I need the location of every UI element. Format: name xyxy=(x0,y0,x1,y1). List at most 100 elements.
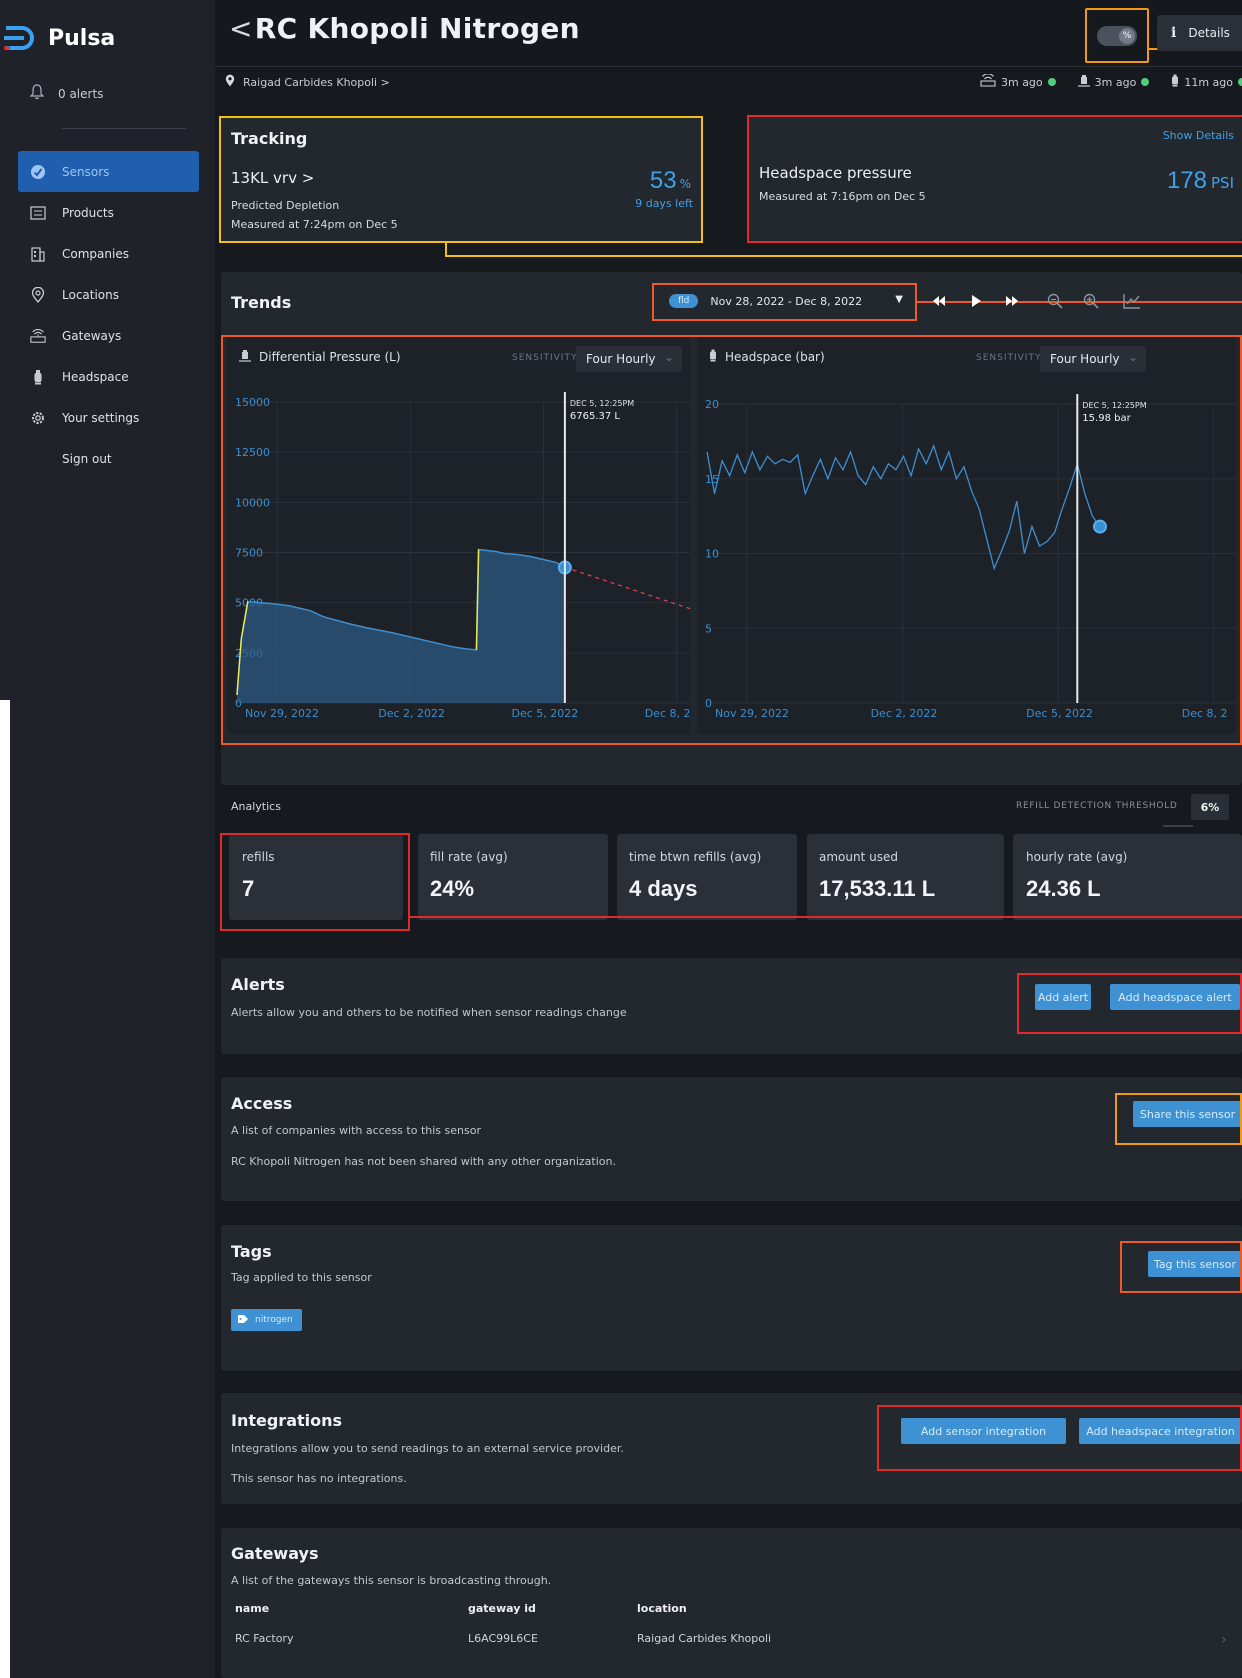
tag-chip[interactable]: nitrogen xyxy=(231,1309,302,1331)
threshold-input[interactable]: 6% xyxy=(1191,794,1229,820)
sidebar-item-label: Headspace xyxy=(62,369,129,384)
access-description: A list of companies with access to this … xyxy=(231,1124,481,1137)
details-label: Details xyxy=(1188,26,1230,40)
gateway-reading: 3m ago xyxy=(980,73,1056,90)
back-button[interactable]: < xyxy=(229,12,253,45)
breadcrumb[interactable]: Raigad Carbides Khopoli > xyxy=(225,74,390,90)
brand-name: Pulsa xyxy=(48,25,116,51)
threshold-underline xyxy=(1163,825,1193,827)
stat-label: fill rate (avg) xyxy=(430,850,508,864)
tag-button-highlight xyxy=(1120,1241,1242,1293)
gateways-title: Gateways xyxy=(231,1544,319,1563)
location-pin-icon xyxy=(225,74,235,90)
details-button[interactable]: i Details xyxy=(1157,15,1242,51)
sidebar-item-gateways[interactable]: Gateways xyxy=(18,315,199,356)
gateway-id: L6AC99L6CE xyxy=(468,1632,538,1645)
sidebar-item-locations[interactable]: Locations xyxy=(18,274,199,315)
sidebar-item-label: Products xyxy=(62,205,114,220)
alerts-count: 0 alerts xyxy=(58,86,104,101)
play-icon[interactable] xyxy=(967,292,985,314)
building-icon xyxy=(30,246,46,262)
alerts-link[interactable]: 0 alerts xyxy=(29,84,104,103)
sidebar-item-sign-out[interactable]: Sign out xyxy=(18,438,199,479)
tag-label: nitrogen xyxy=(255,1315,293,1325)
sidebar-item-companies[interactable]: Companies xyxy=(18,233,199,274)
headspace-highlight xyxy=(747,115,1242,243)
sidebar-item-label: Sign out xyxy=(62,451,112,466)
alerts-title: Alerts xyxy=(231,975,285,994)
breadcrumb-location: Raigad Carbides Khopoli > xyxy=(243,75,390,89)
sidebar-item-sensors[interactable]: Sensors xyxy=(18,151,199,192)
tracking-highlight xyxy=(219,116,703,243)
gateways-description: A list of the gateways this sensor is br… xyxy=(231,1574,552,1587)
sidebar-item-label: Locations xyxy=(62,287,120,302)
sidebar-item-headspace[interactable]: Headspace xyxy=(18,356,199,397)
alerts-description: Alerts allow you and others to be notifi… xyxy=(231,1006,627,1019)
page: Pulsa 0 alerts Sensors Products Companie… xyxy=(0,0,1242,1678)
annotation-line xyxy=(445,255,1242,257)
tags-description: Tag applied to this sensor xyxy=(231,1271,372,1284)
zoom-out-icon[interactable] xyxy=(1046,292,1064,314)
column-header-name: name xyxy=(235,1602,270,1615)
sidebar-item-products[interactable]: Products xyxy=(18,192,199,233)
gear-icon xyxy=(30,410,46,426)
threshold-label: REFILL DETECTION THRESHOLD xyxy=(1016,801,1178,811)
analytics-title: Analytics xyxy=(231,800,281,813)
tags-card: Tags Tag applied to this sensor nitrogen xyxy=(221,1225,1242,1371)
sidebar-nav: Sensors Products Companies Locations Gat… xyxy=(18,151,199,479)
date-range-highlight xyxy=(652,283,917,321)
last-readings: 3m ago 3m ago 11m ago xyxy=(958,73,1242,90)
pulsa-logo-icon xyxy=(4,24,38,52)
sidebar-edge xyxy=(0,700,10,1678)
sensor-icon xyxy=(30,164,46,180)
stat-label: amount used xyxy=(819,850,898,864)
products-icon xyxy=(30,205,46,221)
reading-time: 11m ago xyxy=(1184,75,1233,89)
status-dot xyxy=(1047,78,1056,86)
sidebar-item-label: Companies xyxy=(62,246,129,261)
location-pin-icon xyxy=(30,286,46,303)
zoom-in-icon[interactable] xyxy=(1082,292,1100,314)
integrations-note: This sensor has no integrations. xyxy=(231,1472,407,1485)
headspace-reading: 11m ago xyxy=(1171,74,1242,90)
main-content: <RC Khopoli Nitrogen % i Details Raigad … xyxy=(215,0,1242,1678)
unit-toggle-highlight: % xyxy=(1085,8,1149,63)
refills-highlight xyxy=(220,833,410,931)
trends-title: Trends xyxy=(231,293,292,312)
reading-time: 3m ago xyxy=(1000,75,1043,89)
sidebar-item-settings[interactable]: Your settings xyxy=(18,397,199,438)
stat-time-between-refills: time btwn refills (avg) 4 days xyxy=(617,834,797,920)
gateway-icon xyxy=(30,328,46,344)
breadcrumb-bar: Raigad Carbides Khopoli > 3m ago 3m ago xyxy=(215,66,1242,96)
table-header: name gateway id location xyxy=(231,1602,1231,1632)
sidebar-item-label: Gateways xyxy=(62,328,122,343)
bell-icon xyxy=(29,84,45,103)
stat-fill-rate: fill rate (avg) 24% xyxy=(418,834,608,920)
table-row[interactable]: RC Factory L6AC99L6CE Raigad Carbides Kh… xyxy=(231,1632,1231,1662)
reading-time: 3m ago xyxy=(1094,75,1137,89)
charts-highlight xyxy=(221,335,1242,745)
sidebar-item-label: Your settings xyxy=(62,410,140,425)
stat-amount-used: amount used 17,533.11 L xyxy=(807,834,1004,920)
column-header-gateway-id: gateway id xyxy=(468,1602,536,1615)
chart-view-icon[interactable] xyxy=(1122,292,1142,314)
stat-hourly-rate: hourly rate (avg) 24.36 L xyxy=(1013,834,1242,920)
stat-label: hourly rate (avg) xyxy=(1026,850,1128,864)
page-title: <RC Khopoli Nitrogen xyxy=(229,12,580,45)
column-header-location: location xyxy=(637,1602,687,1615)
gateway-location: Raigad Carbides Khopoli xyxy=(637,1632,772,1645)
sidebar: Pulsa 0 alerts Sensors Products Companie… xyxy=(0,0,215,1678)
fast-forward-icon[interactable] xyxy=(1003,292,1021,314)
percent-toggle[interactable]: % xyxy=(1097,25,1137,46)
stat-label: time btwn refills (avg) xyxy=(629,850,762,864)
info-icon: i xyxy=(1171,25,1177,41)
integrations-title: Integrations xyxy=(231,1411,343,1430)
brand[interactable]: Pulsa xyxy=(0,18,115,58)
rewind-icon[interactable] xyxy=(930,292,948,314)
access-title: Access xyxy=(231,1094,293,1113)
share-highlight xyxy=(1115,1093,1242,1145)
alert-buttons-highlight xyxy=(1017,973,1242,1034)
toggle-knob: % xyxy=(1119,27,1135,44)
trends-card: Trends fld Nov 28, 2022 - Dec 8, 2022 ▼ xyxy=(221,272,1242,785)
sidebar-item-label: Sensors xyxy=(62,164,110,179)
